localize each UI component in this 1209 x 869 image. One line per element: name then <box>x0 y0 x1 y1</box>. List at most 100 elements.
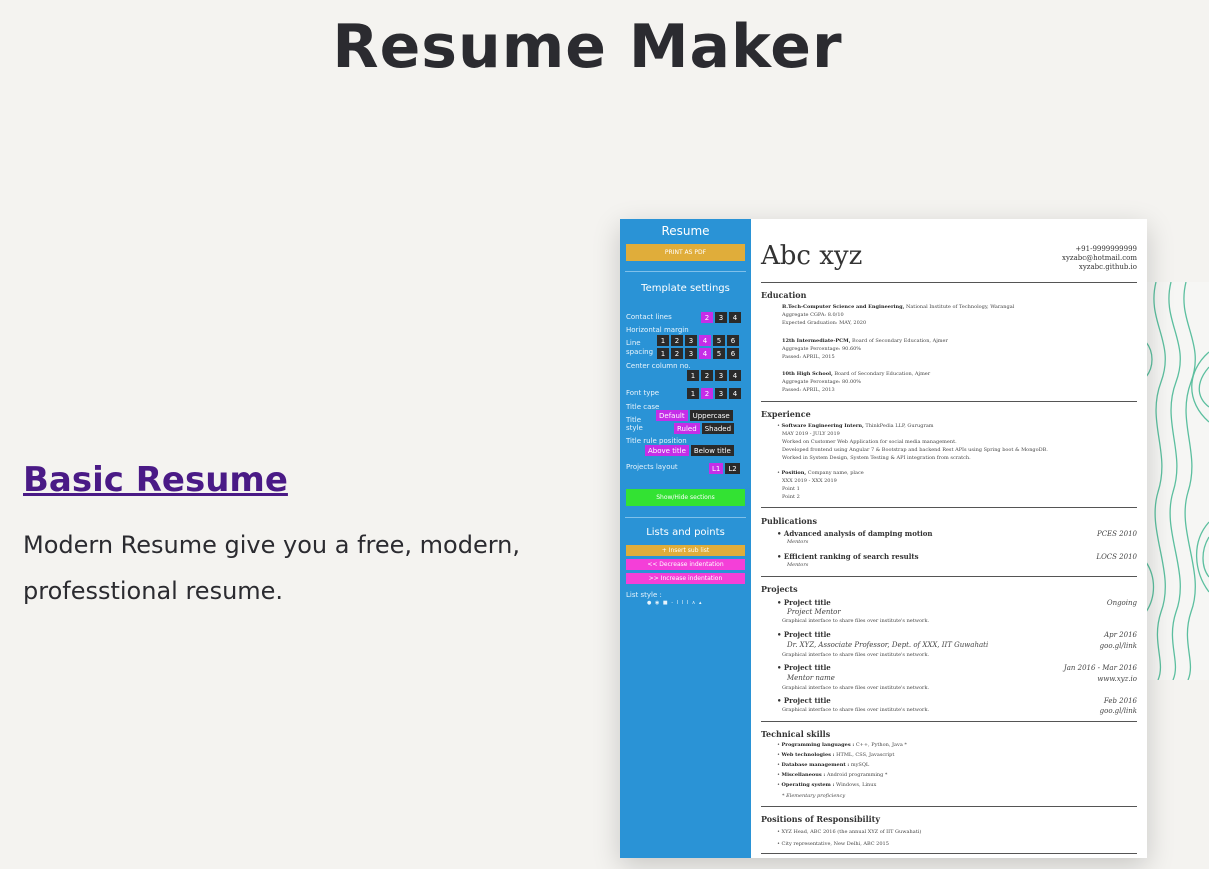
basic-resume-link[interactable]: Basic Resume <box>23 460 288 500</box>
project-name: Project title <box>783 696 831 705</box>
institute: Board of Secondary Education, Ajmer <box>850 338 948 344</box>
list-style-label: List style : <box>626 591 662 599</box>
title-style-option[interactable]: Shaded <box>701 423 735 434</box>
publication-1-mentors: Mentors <box>787 539 809 545</box>
spacing-option[interactable]: 6 <box>727 348 739 359</box>
print-pdf-button[interactable]: PRINT AS PDF <box>626 244 745 261</box>
project-3-desc: Graphical interface to share files over … <box>782 685 930 691</box>
description-line-2: professtional resume. <box>23 577 284 605</box>
projects-layout-option[interactable]: L2 <box>725 463 740 474</box>
project-2-date: Apr 2016 <box>1104 631 1137 639</box>
divider <box>625 271 746 272</box>
spacing-option[interactable]: 5 <box>713 348 725 359</box>
topographic-lines-icon <box>1146 282 1209 680</box>
project-4-desc: Graphical interface to share files over … <box>782 707 930 713</box>
margin-option[interactable]: 4 <box>699 335 711 346</box>
spacing-option[interactable]: 1 <box>657 348 669 359</box>
increase-indentation-button[interactable]: >> Increase indentation <box>626 573 745 584</box>
project-name: Project title <box>783 663 831 672</box>
website: xyzabc.github.io <box>1078 263 1137 271</box>
spacing-option[interactable]: 3 <box>685 348 697 359</box>
section-rule <box>761 721 1137 722</box>
project-name: Project title <box>783 630 831 639</box>
title-case-options: Default Uppercase <box>656 410 733 421</box>
skill-key: Web technologies : <box>781 752 835 758</box>
center-column-option[interactable]: 3 <box>715 370 727 381</box>
responsibility-item: XYZ Head, ABC 2016 (the annual XYZ of II… <box>781 829 922 835</box>
spacing-option[interactable]: 2 <box>671 348 683 359</box>
font-type-option[interactable]: 4 <box>729 388 741 399</box>
title-case-option[interactable]: Uppercase <box>689 410 733 421</box>
section-rule <box>761 576 1137 577</box>
projects-layout-options: L1 L2 <box>709 463 740 474</box>
title-rule-option[interactable]: Above title <box>645 445 689 456</box>
point: Worked on Customer Web Application for s… <box>782 439 957 445</box>
title-style-option[interactable]: Ruled <box>674 423 700 434</box>
experience-entry-1: • Software Engineering Intern, ThinkPedi… <box>777 423 934 429</box>
center-column-option[interactable]: 2 <box>701 370 713 381</box>
contact-lines-option[interactable]: 2 <box>701 312 713 323</box>
org: ThinkPedia LLP, Gurugram <box>863 423 934 429</box>
project-2-desc: Graphical interface to share files over … <box>782 652 930 658</box>
org: Company name, place <box>806 470 864 476</box>
institute: Board of Secondary Education, Ajmer <box>832 371 931 377</box>
title-style-label-b: style <box>626 424 643 432</box>
role: Software Engineering Intern, <box>781 423 864 429</box>
section-rule <box>761 806 1137 807</box>
show-hide-sections-button[interactable]: Show/Hide sections <box>626 489 745 506</box>
date: MAY 2019 - JULY 2019 <box>782 431 840 437</box>
contact-lines-label: Contact lines <box>626 313 672 321</box>
title-rule-option[interactable]: Below title <box>690 445 734 456</box>
degree: 10th High School, <box>782 371 833 377</box>
font-type-option[interactable]: 1 <box>687 388 699 399</box>
template-description: Modern Resume give you a free, modern, p… <box>23 522 583 614</box>
passed: Passed: APRIL, 2015 <box>782 354 835 360</box>
skill-value: HTML, CSS, Javascript <box>834 752 895 758</box>
responsibility-title: Positions of Responsibility <box>761 814 881 824</box>
font-type-option[interactable]: 3 <box>715 388 727 399</box>
project-name: Project title <box>783 598 831 607</box>
degree: B.Tech-Computer Science and Engineering, <box>782 304 905 310</box>
topographic-decoration <box>1146 282 1209 680</box>
project-3-mentor: Mentor name <box>787 674 835 682</box>
font-type-label: Font type <box>626 389 660 397</box>
publication-1: • Advanced analysis of damping motion <box>777 529 933 538</box>
template-intro: Basic Resume Modern Resume give you a fr… <box>23 460 583 614</box>
section-rule <box>761 401 1137 402</box>
title-rule-options: Above title Below title <box>645 445 734 456</box>
decrease-indentation-button[interactable]: << Decrease indentation <box>626 559 745 570</box>
role: Position, <box>781 470 807 476</box>
center-column-option[interactable]: 1 <box>687 370 699 381</box>
margin-option[interactable]: 3 <box>685 335 697 346</box>
section-rule <box>761 282 1137 283</box>
spacing-option[interactable]: 4 <box>699 348 711 359</box>
center-column-option[interactable]: 4 <box>729 370 741 381</box>
projects-layout-option[interactable]: L1 <box>709 463 724 474</box>
contact-lines-option[interactable]: 4 <box>729 312 741 323</box>
list-style-options[interactable]: ● ◉ ■ - I I I ∧ ▴ <box>647 600 703 606</box>
settings-sidebar: Resume PRINT AS PDF Template settings Co… <box>620 219 751 858</box>
description-line-1: Modern Resume give you a free, modern, <box>23 531 521 559</box>
margin-option[interactable]: 1 <box>657 335 669 346</box>
skills-list: • Programming languages : C++, Python, J… <box>777 742 907 788</box>
degree: 12th Intermediate-PCM, <box>782 338 851 344</box>
skill-value: Windows, Linux <box>834 782 877 788</box>
point: Worked in System Design, System Testing … <box>782 455 971 461</box>
line-spacing-label-a: Line <box>626 339 641 347</box>
margin-option[interactable]: 2 <box>671 335 683 346</box>
project-2-link[interactable]: goo.gl/link <box>1100 642 1137 650</box>
margin-option[interactable]: 5 <box>713 335 725 346</box>
line-spacing-label-b: spacing <box>626 348 654 356</box>
horizontal-margin-options: 1 2 3 4 5 6 <box>657 335 739 346</box>
publication-title: Advanced analysis of damping motion <box>783 529 933 538</box>
project-1-date: Ongoing <box>1106 599 1137 607</box>
font-type-option[interactable]: 2 <box>701 388 713 399</box>
contact-lines-option[interactable]: 3 <box>715 312 727 323</box>
project-3-link[interactable]: www.xyz.io <box>1097 675 1137 683</box>
projects-title: Projects <box>761 584 798 594</box>
title-case-option[interactable]: Default <box>656 410 688 421</box>
margin-option[interactable]: 6 <box>727 335 739 346</box>
grade: Aggregate CGPA: 8.0/10 <box>782 312 844 318</box>
insert-sub-list-button[interactable]: + Insert sub list <box>626 545 745 556</box>
project-4-link[interactable]: goo.gl/link <box>1100 707 1137 715</box>
